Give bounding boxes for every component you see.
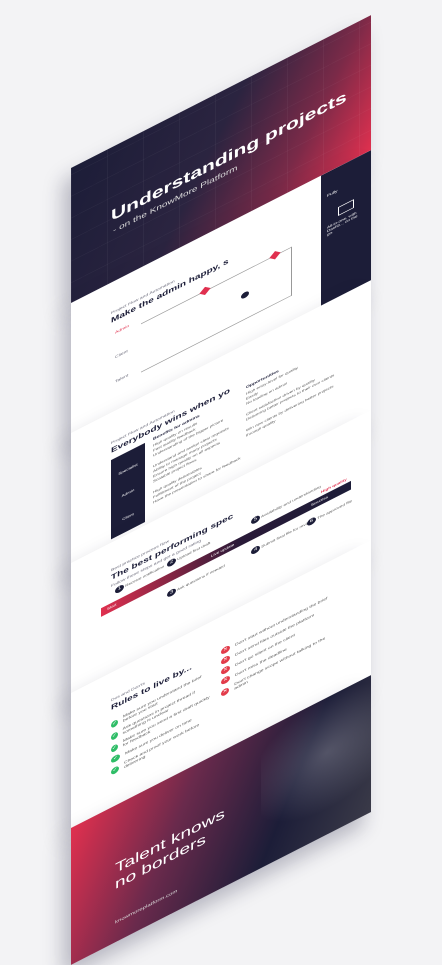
role-admin: Admin [121, 487, 135, 498]
slide-stack: Understanding projects - on the KnowMore… [0, 0, 442, 965]
roles-column: Specialist Admin Client [111, 442, 145, 540]
stage-number: 4 [251, 544, 260, 556]
closing-url: knowmoreplatform.com [115, 889, 178, 926]
cross-icon: ✕ [221, 686, 230, 697]
role-client: Client [122, 511, 134, 522]
flow-col-talent: Talent [115, 373, 129, 385]
stage-number: 6 [307, 515, 316, 528]
flow-col-client: Client [115, 348, 128, 360]
stage-number: 3 [167, 587, 176, 599]
right-points: High entry-level for quality Easily No l… [246, 343, 341, 438]
role-specialist: Specialist [118, 462, 138, 476]
closing-title-1: Talent knows [115, 805, 225, 877]
check-icon: ✓ [111, 764, 119, 776]
sidebar-label: Fully [327, 188, 338, 199]
stage-number: 5 [251, 514, 260, 526]
flow-col-admin: Admin [115, 323, 130, 336]
check-icon: ✓ [111, 730, 118, 741]
check-icon: ✓ [111, 742, 118, 753]
check-icon: ✓ [111, 718, 118, 729]
